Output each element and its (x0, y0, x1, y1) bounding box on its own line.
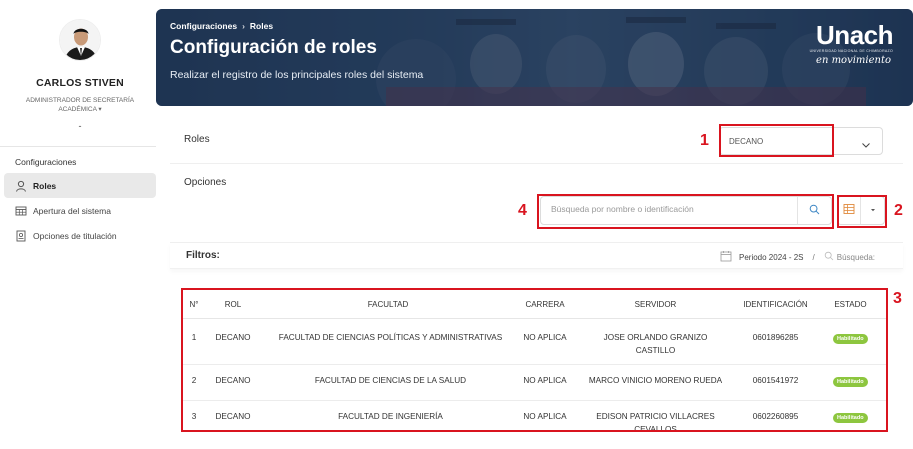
cell-rol: DECANO (215, 412, 251, 421)
export-control (837, 196, 885, 225)
roles-row: Roles DECANO (170, 118, 903, 164)
sidebar-divider (0, 146, 156, 147)
breadcrumb-separator: › (242, 21, 245, 31)
filters-label: Filtros: (186, 250, 220, 261)
table-row[interactable]: 3 DECANO FACULTAD DE INGENIERÍA NO APLIC… (183, 401, 886, 437)
search-box (540, 196, 832, 225)
cell-rol: DECANO (215, 333, 251, 342)
annotation-number-4: 4 (518, 202, 527, 219)
cell-carrera: NO APLICA (523, 412, 567, 421)
breadcrumb-item-configuraciones[interactable]: Configuraciones (170, 21, 237, 31)
annotation-number-1: 1 (700, 132, 709, 149)
table-row[interactable]: 1 DECANO FACULTAD DE CIENCIAS POLÍTICAS … (183, 319, 886, 365)
status-badge: Habilitado (833, 377, 868, 387)
cell-identificacion: 0601896285 (752, 333, 799, 342)
page-subtitle: Realizar el registro de los principales … (170, 69, 424, 81)
calendar-grid-icon (14, 204, 27, 217)
sidebar-item-label: Opciones de titulación (33, 230, 117, 241)
main-panel: Roles DECANO Opciones Búsqueda por nombr… (170, 118, 903, 449)
breadcrumb: Configuraciones › Roles (170, 21, 273, 31)
column-header-rol: ROL (224, 300, 242, 309)
calendar-icon (720, 250, 732, 264)
column-header-number: N° (189, 300, 199, 309)
cell-carrera: NO APLICA (523, 333, 567, 342)
user-role[interactable]: ADMINISTRADOR DE SECRETARÍA ACADÉMICA ▾ (20, 96, 140, 114)
brand-name: Unach (816, 20, 893, 50)
column-header-estado: ESTADO (834, 300, 867, 309)
column-header-carrera: CARRERA (525, 300, 565, 309)
search-icon (809, 202, 820, 220)
chevron-down-icon (861, 137, 871, 148)
status-badge: Habilitado (833, 413, 868, 423)
cell-number: 2 (191, 376, 197, 385)
column-header-identificacion: IDENTIFICACIÓN (743, 300, 808, 309)
sidebar-item-apertura[interactable]: Apertura del sistema (4, 198, 156, 223)
filters-bar: Filtros: Periodo 2024 - 2S / Búsqueda: (170, 242, 903, 269)
user-icon (14, 179, 27, 192)
page-banner: Configuraciones › Roles Configuración de r… (156, 9, 913, 106)
cell-number: 3 (191, 412, 197, 421)
export-button[interactable] (838, 197, 861, 224)
sidebar-item-roles[interactable]: Roles (4, 173, 156, 198)
export-dropdown[interactable] (861, 197, 884, 224)
table-row[interactable]: 2 DECANO FACULTAD DE CIENCIAS DE LA SALU… (183, 365, 886, 401)
cell-servidor: EDISON PATRICIO VILLACRES CEVALLOS (596, 412, 715, 434)
breadcrumb-item-roles: Roles (249, 21, 274, 31)
cell-identificacion: 0602260895 (752, 412, 799, 421)
column-header-servidor: SERVIDOR (634, 300, 677, 309)
search-input[interactable] (551, 204, 791, 214)
column-header-facultad: FACULTAD (367, 300, 409, 309)
period-value: Periodo 2024 - 2S (739, 252, 804, 262)
search-button[interactable] (797, 197, 831, 224)
cell-rol: DECANO (215, 376, 251, 385)
table-header: N° ROL FACULTAD CARRERA SERVIDOR IDENTIF… (183, 291, 886, 319)
caret-down-icon (870, 207, 876, 215)
brand-university: UNIVERSIDAD NACIONAL DE CHIMBORAZO (809, 49, 893, 53)
spreadsheet-icon (843, 202, 855, 220)
cell-number: 1 (191, 333, 197, 342)
cell-carrera: NO APLICA (523, 376, 567, 385)
sidebar-item-label: Apertura del sistema (33, 205, 111, 216)
sidebar-item-titulacion[interactable]: Opciones de titulación (4, 223, 156, 248)
status-badge: Habilitado (833, 334, 868, 344)
avatar (59, 19, 101, 61)
user-role-text: ADMINISTRADOR DE SECRETARÍA ACADÉMICA (25, 97, 135, 113)
page-title: Configuración de roles (170, 37, 377, 58)
options-label: Opciones (184, 177, 227, 188)
cell-servidor: JOSE ORLANDO GRANIZO CASTILLO (603, 333, 708, 355)
search-filter: Búsqueda: (824, 251, 875, 263)
period-filter: Periodo 2024 - 2S / Búsqueda: (720, 250, 875, 264)
filters-separator: / (812, 252, 815, 262)
cell-facultad: FACULTAD DE INGENIERÍA (338, 412, 443, 421)
sidebar-item-label: Roles (33, 180, 57, 191)
brand-tagline: en movimiento (816, 55, 891, 66)
search-filter-label: Búsqueda: (836, 252, 875, 262)
cell-facultad: FACULTAD DE CIENCIAS POLÍTICAS Y ADMINIS… (278, 333, 503, 342)
annotation-number-3: 3 (893, 290, 902, 307)
role-caret-icon[interactable]: ▾ (98, 106, 101, 113)
user-name: CARLOS STIVEN (36, 77, 124, 89)
user-extra: - (78, 121, 82, 131)
roles-select-value: DECANO (729, 137, 764, 146)
roles-select[interactable]: DECANO (719, 127, 883, 155)
roles-label: Roles (184, 134, 210, 145)
search-filter-icon (824, 251, 834, 263)
app-root: CARLOS STIVEN ADMINISTRADOR DE SECRETARÍ… (0, 0, 913, 449)
sidebar-section-title: Configuraciones (15, 157, 77, 167)
cell-identificacion: 0601541972 (752, 376, 799, 385)
cell-servidor: MARCO VINICIO MORENO RUEDA (588, 376, 723, 385)
document-icon (14, 229, 27, 242)
cell-facultad: FACULTAD DE CIENCIAS DE LA SALUD (314, 376, 467, 385)
brand-logo: Unach UNIVERSIDAD NACIONAL DE CHIMBORAZO… (809, 20, 894, 66)
sidebar: CARLOS STIVEN ADMINISTRADOR DE SECRETARÍ… (0, 0, 160, 449)
annotation-number-2: 2 (894, 202, 903, 219)
